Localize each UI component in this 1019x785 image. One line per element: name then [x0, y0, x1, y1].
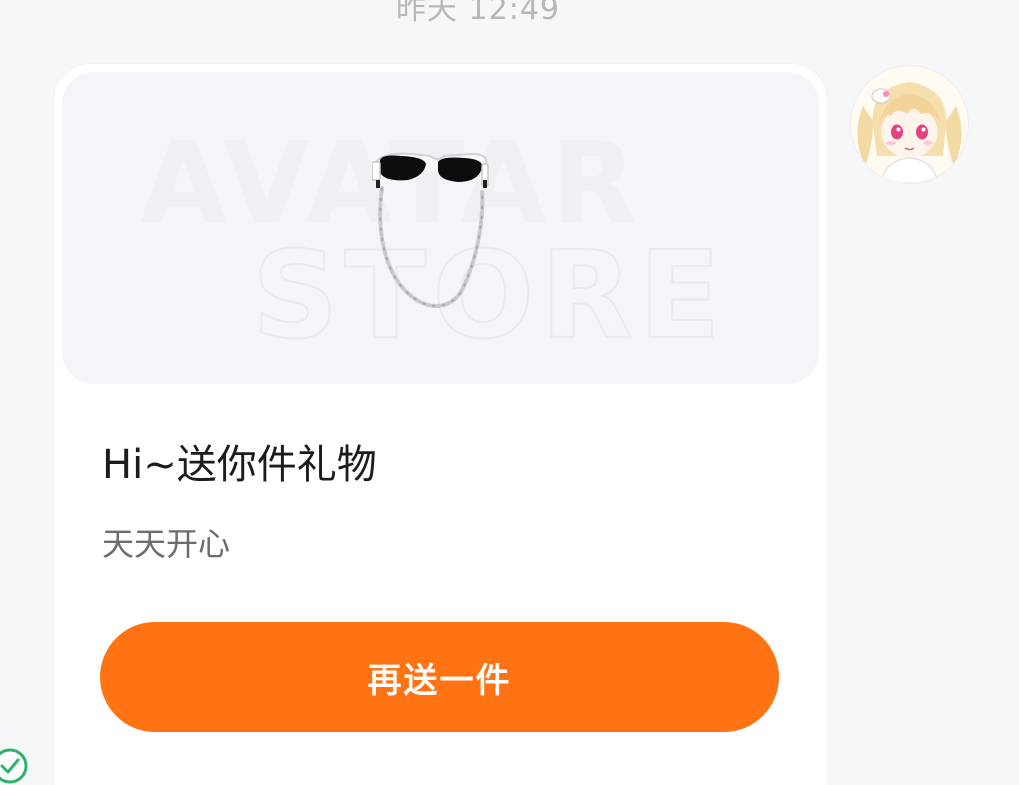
gift-message: 天天开心 [102, 525, 231, 563]
check-circle-icon [0, 748, 28, 784]
gift-title: Hi~送你件礼物 [102, 442, 377, 488]
resend-gift-button[interactable]: 再送一件 [100, 622, 779, 732]
chat-screen: 昨天 12:49 AVATAR STORE Hi~送你件礼物 天天开心 再送一件 [0, 0, 1019, 785]
gift-card[interactable]: AVATAR STORE Hi~送你件礼物 天天开心 再送一件 [54, 64, 827, 785]
anime-girl-avatar-icon [851, 66, 968, 183]
gift-product-banner[interactable]: AVATAR STORE [62, 72, 819, 384]
sunglasses-with-chain-icon [372, 152, 489, 308]
sender-avatar[interactable] [851, 66, 968, 183]
message-timestamp: 昨天 12:49 [396, 0, 560, 27]
